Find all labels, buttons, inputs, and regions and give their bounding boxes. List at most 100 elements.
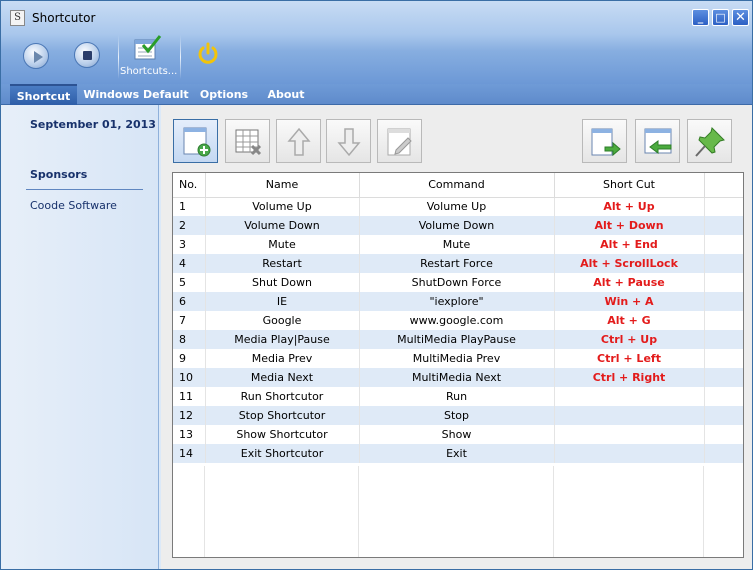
cell-name: Volume Down [205,216,360,235]
cell-filler [704,235,743,254]
cell-command: Volume Up [359,197,555,216]
add-shortcut-button[interactable] [173,119,218,163]
cell-no: 10 [173,368,206,387]
cell-filler [704,330,743,349]
cell-shortcut [554,444,705,463]
table-row[interactable]: 4 Restart Restart Force Alt + ScrollLock [173,254,743,273]
title-and-toolbar-area: S Shortcutor _ □ ✕ Shortcuts... [1,1,752,84]
move-up-icon [287,127,311,156]
close-button[interactable]: ✕ [732,9,749,26]
cell-command: Exit [359,444,555,463]
sponsor-link[interactable]: Coode Software [30,199,117,212]
column-header-filler [704,173,743,198]
move-up-button[interactable] [276,119,321,163]
cell-name: Shut Down [205,273,360,292]
app-window: S Shortcutor _ □ ✕ Shortcuts... Shortcut… [0,0,753,570]
table-row[interactable]: 6 IE "iexplore" Win + A [173,292,743,311]
cell-filler [704,311,743,330]
cell-shortcut: Alt + Pause [554,273,705,292]
grid-line [703,466,704,557]
import-button[interactable] [635,119,680,163]
cell-shortcut: Win + A [554,292,705,311]
cell-command: MultiMedia PlayPause [359,330,555,349]
column-header-shortcut[interactable]: Short Cut [554,173,705,198]
tab-windows-default[interactable]: Windows Default [82,84,190,105]
sidebar: September 01, 2013 Sponsors Coode Softwa… [1,105,159,569]
cell-name: Media Prev [205,349,360,368]
cell-filler [704,349,743,368]
cell-no: 1 [173,197,206,216]
cell-no: 6 [173,292,206,311]
grid-line [358,466,359,557]
cell-command: www.google.com [359,311,555,330]
stop-button[interactable] [74,42,100,68]
cell-shortcut: Alt + End [554,235,705,254]
export-icon [591,128,621,157]
cell-command: Show [359,425,555,444]
delete-shortcut-button[interactable] [225,119,270,163]
date-label: September 01, 2013 [30,118,156,131]
power-icon[interactable] [196,42,220,66]
cell-command: Mute [359,235,555,254]
cell-no: 8 [173,330,206,349]
cell-command: Volume Down [359,216,555,235]
add-row-icon [183,127,211,157]
cell-shortcut: Ctrl + Up [554,330,705,349]
cell-no: 2 [173,216,206,235]
column-header-no[interactable]: No. [173,173,206,198]
table-row[interactable]: 13 Show Shortcutor Show [173,425,743,444]
table-row[interactable]: 10 Media Next MultiMedia Next Ctrl + Right [173,368,743,387]
cell-shortcut: Ctrl + Right [554,368,705,387]
cell-command: Restart Force [359,254,555,273]
play-button[interactable] [23,43,49,69]
minimize-button[interactable]: _ [692,9,709,26]
app-icon: S [10,10,25,26]
cell-filler [704,368,743,387]
shortcuts-table: No. Name Command Short Cut 1 Volume Up Vol… [172,172,744,558]
maximize-button[interactable]: □ [712,9,729,26]
cell-no: 4 [173,254,206,273]
move-down-button[interactable] [326,119,371,163]
edit-shortcut-button[interactable] [377,119,422,163]
export-button[interactable] [582,119,627,163]
cell-name: Show Shortcutor [205,425,360,444]
main-panel: No. Name Command Short Cut 1 Volume Up Vol… [161,105,752,569]
table-row[interactable]: 3 Mute Mute Alt + End [173,235,743,254]
shortcuts-label: Shortcuts... [120,66,178,77]
table-row[interactable]: 9 Media Prev MultiMedia Prev Ctrl + Left [173,349,743,368]
table-row[interactable]: 1 Volume Up Volume Up Alt + Up [173,197,743,216]
pin-icon [695,127,725,157]
stop-icon [83,51,92,60]
cell-name: Mute [205,235,360,254]
import-icon [644,128,672,154]
column-header-command[interactable]: Command [359,173,555,198]
move-down-icon [337,128,361,157]
table-row[interactable]: 12 Stop Shortcutor Stop [173,406,743,425]
cell-command: "iexplore" [359,292,555,311]
table-row[interactable]: 11 Run Shortcutor Run [173,387,743,406]
cell-shortcut: Alt + Up [554,197,705,216]
table-row[interactable]: 2 Volume Down Volume Down Alt + Down [173,216,743,235]
table-header-row: No. Name Command Short Cut [173,173,743,198]
cell-filler [704,387,743,406]
cell-shortcut: Ctrl + Left [554,349,705,368]
cell-command: Run [359,387,555,406]
pin-button[interactable] [687,119,732,163]
column-header-name[interactable]: Name [205,173,360,198]
sponsors-heading: Sponsors [30,168,88,181]
tab-options[interactable]: Options [195,84,253,105]
tab-shortcut[interactable]: Shortcut [10,84,77,105]
shortcuts-icon [134,35,162,60]
table-row[interactable]: 7 Google www.google.com Alt + G [173,311,743,330]
cell-shortcut: Alt + Down [554,216,705,235]
cell-command: MultiMedia Prev [359,349,555,368]
shortcuts-button[interactable]: Shortcuts... [120,35,177,81]
delete-row-icon [235,129,262,156]
cell-filler [704,444,743,463]
table-row[interactable]: 5 Shut Down ShutDown Force Alt + Pause [173,273,743,292]
table-row[interactable]: 8 Media Play|Pause MultiMedia PlayPause Ctr… [173,330,743,349]
cell-filler [704,425,743,444]
tab-about[interactable]: About [259,84,313,105]
cell-shortcut [554,406,705,425]
table-row[interactable]: 14 Exit Shortcutor Exit [173,444,743,463]
